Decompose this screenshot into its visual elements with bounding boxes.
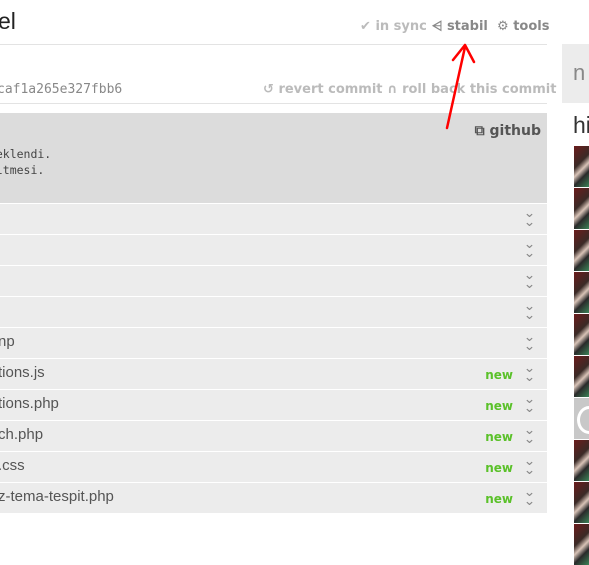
- annotation-arrow: [445, 43, 476, 130]
